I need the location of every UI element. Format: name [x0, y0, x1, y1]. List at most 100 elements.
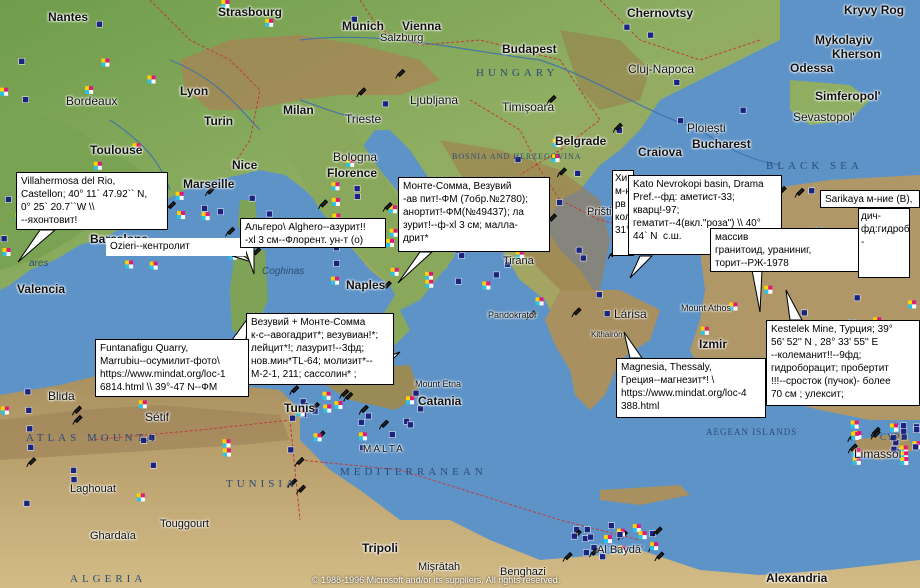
city-label-milan[interactable]: Milan [283, 103, 314, 117]
city-label-belgrade[interactable]: Belgrade [555, 134, 606, 148]
multi-site-marker[interactable] [93, 161, 102, 170]
city-label-larisa[interactable]: Lárisa [614, 307, 647, 321]
multi-site-marker[interactable] [764, 285, 773, 294]
city-label-pandokrator[interactable]: Pandokrator [488, 310, 537, 320]
mineral-site-marker[interactable] [217, 208, 224, 216]
city-label-vienna[interactable]: Vienna [402, 19, 441, 33]
multi-site-marker[interactable] [222, 448, 231, 457]
mineral-site-marker[interactable] [583, 549, 590, 556]
mineral-site-marker[interactable] [382, 100, 389, 108]
multi-site-marker[interactable] [389, 228, 398, 237]
city-label-kherson[interactable]: Kherson [832, 47, 881, 61]
multi-site-marker[interactable] [265, 18, 274, 27]
multi-site-marker[interactable] [535, 297, 544, 306]
city-label-kryvyrog[interactable]: Kryvy Rog [844, 3, 904, 17]
city-label-mountetna[interactable]: Mount Etna [415, 379, 461, 389]
callout-kestelek[interactable]: Kestelek Mine, Турция; 39° 56' 52'' N , … [766, 320, 920, 406]
callout-alghero[interactable]: Альгеро\ Alghero--азурит!! -xl 3 см--Фло… [240, 218, 386, 248]
mineral-site-marker[interactable] [0, 235, 8, 243]
callout-funtanafigu[interactable]: Funtanafigu Quarry, Marrubiu--осумилит-ф… [95, 339, 249, 397]
mineral-site-marker[interactable] [616, 531, 624, 538]
mineral-site-marker[interactable] [580, 254, 587, 262]
multi-site-marker[interactable] [425, 279, 434, 288]
mineral-site-marker[interactable] [27, 444, 35, 451]
mineral-site-marker[interactable] [571, 532, 578, 540]
city-label-blida[interactable]: Blida [48, 389, 75, 403]
city-label-ghardaia[interactable]: Ghardaïa [90, 530, 136, 542]
mineral-site-marker[interactable] [407, 421, 414, 429]
city-label-florence[interactable]: Florence [327, 166, 377, 180]
multi-site-marker[interactable] [900, 456, 909, 465]
multi-site-marker[interactable] [334, 401, 343, 410]
city-label-albayda[interactable]: Al Baydā' [597, 544, 643, 556]
mineral-site-marker[interactable] [287, 446, 295, 454]
mineral-site-marker[interactable] [801, 309, 808, 317]
city-label-naples[interactable]: Naples [346, 278, 385, 292]
city-label-bucharest[interactable]: Bucharest [692, 137, 751, 151]
city-label-sevastopol[interactable]: Sevastopol' [793, 110, 855, 124]
multi-site-marker[interactable] [889, 423, 898, 432]
mineral-site-marker[interactable] [5, 196, 12, 203]
multi-site-marker[interactable] [406, 396, 415, 405]
multi-site-marker[interactable] [385, 238, 394, 247]
mineral-site-marker[interactable] [853, 294, 861, 302]
callout-vesuvius[interactable]: Везувий + Монте-Сомма к-с--авогадрит*; в… [246, 313, 394, 385]
mineral-site-marker[interactable] [22, 96, 29, 103]
multi-site-marker[interactable] [851, 431, 860, 440]
map-canvas[interactable] [0, 0, 920, 588]
multi-site-marker[interactable] [650, 542, 659, 551]
city-label-toulouse[interactable]: Toulouse [90, 143, 142, 157]
mineral-site-marker[interactable] [96, 20, 103, 28]
multi-site-marker[interactable] [177, 211, 186, 220]
mineral-site-marker[interactable] [673, 79, 681, 86]
mineral-site-marker[interactable] [808, 187, 815, 195]
city-label-munich[interactable]: Munich [342, 19, 384, 33]
multi-site-marker[interactable] [222, 439, 231, 448]
multi-site-marker[interactable] [908, 300, 917, 309]
mineral-site-marker[interactable] [587, 533, 594, 541]
mineral-site-marker[interactable] [248, 194, 256, 202]
city-label-strasbourg[interactable]: Strasbourg [218, 5, 282, 19]
mineral-site-marker[interactable] [358, 418, 365, 426]
multi-site-marker[interactable] [331, 197, 340, 206]
city-label-trieste[interactable]: Trieste [345, 112, 381, 126]
mineral-site-marker[interactable] [354, 193, 361, 200]
city-label-mountathos[interactable]: Mount Athos [681, 303, 731, 313]
multi-site-marker[interactable] [603, 535, 612, 544]
mineral-site-marker[interactable] [25, 407, 33, 414]
mineral-site-marker[interactable] [333, 260, 340, 267]
city-label-tirana[interactable]: Tirana [503, 255, 534, 267]
mineral-site-marker[interactable] [289, 414, 296, 422]
city-label-alexandria[interactable]: Alexandria [766, 571, 827, 585]
multi-site-marker[interactable] [632, 524, 641, 533]
city-label-valencia[interactable]: Valencia [17, 282, 65, 296]
city-label-ljubljana[interactable]: Ljubljana [410, 93, 458, 107]
city-label-bordeaux[interactable]: Bordeaux [66, 94, 117, 108]
multi-site-marker[interactable] [331, 182, 340, 191]
city-label-simferopol[interactable]: Simferopol' [815, 89, 881, 103]
mineral-site-marker[interactable] [201, 205, 208, 212]
city-label-setif[interactable]: Sétif [145, 410, 169, 424]
callout-sarikaya[interactable]: Sarikaya м-ние (B), [820, 190, 920, 208]
mineral-site-marker[interactable] [26, 425, 34, 433]
city-label-tripoli[interactable]: Tripoli [362, 541, 398, 555]
city-label-ploiesti[interactable]: Ploieşti [687, 121, 726, 135]
city-label-chernovtsy[interactable]: Chernovtsy [627, 6, 693, 20]
mineral-site-marker[interactable] [353, 185, 361, 192]
mineral-site-marker[interactable] [18, 58, 26, 65]
mineral-site-marker[interactable] [150, 461, 157, 469]
mineral-site-marker[interactable] [388, 431, 396, 438]
callout-magnesia[interactable]: Magnesia, Thessaly, Греция--магнезит*! \… [616, 358, 766, 418]
multi-site-marker[interactable] [138, 400, 147, 409]
multi-site-marker[interactable] [85, 86, 94, 95]
city-label-lyon[interactable]: Lyon [180, 84, 208, 98]
city-label-timisoara[interactable]: Timişoara [502, 100, 554, 114]
multi-site-marker[interactable] [136, 493, 145, 502]
city-label-izmir[interactable]: Izmir [699, 337, 727, 351]
multi-site-marker[interactable] [322, 391, 331, 400]
multi-site-marker[interactable] [638, 531, 647, 540]
multi-site-marker[interactable] [201, 212, 210, 221]
city-label-nice[interactable]: Nice [232, 158, 257, 172]
multi-site-marker[interactable] [482, 281, 491, 290]
multi-site-marker[interactable] [175, 191, 184, 200]
